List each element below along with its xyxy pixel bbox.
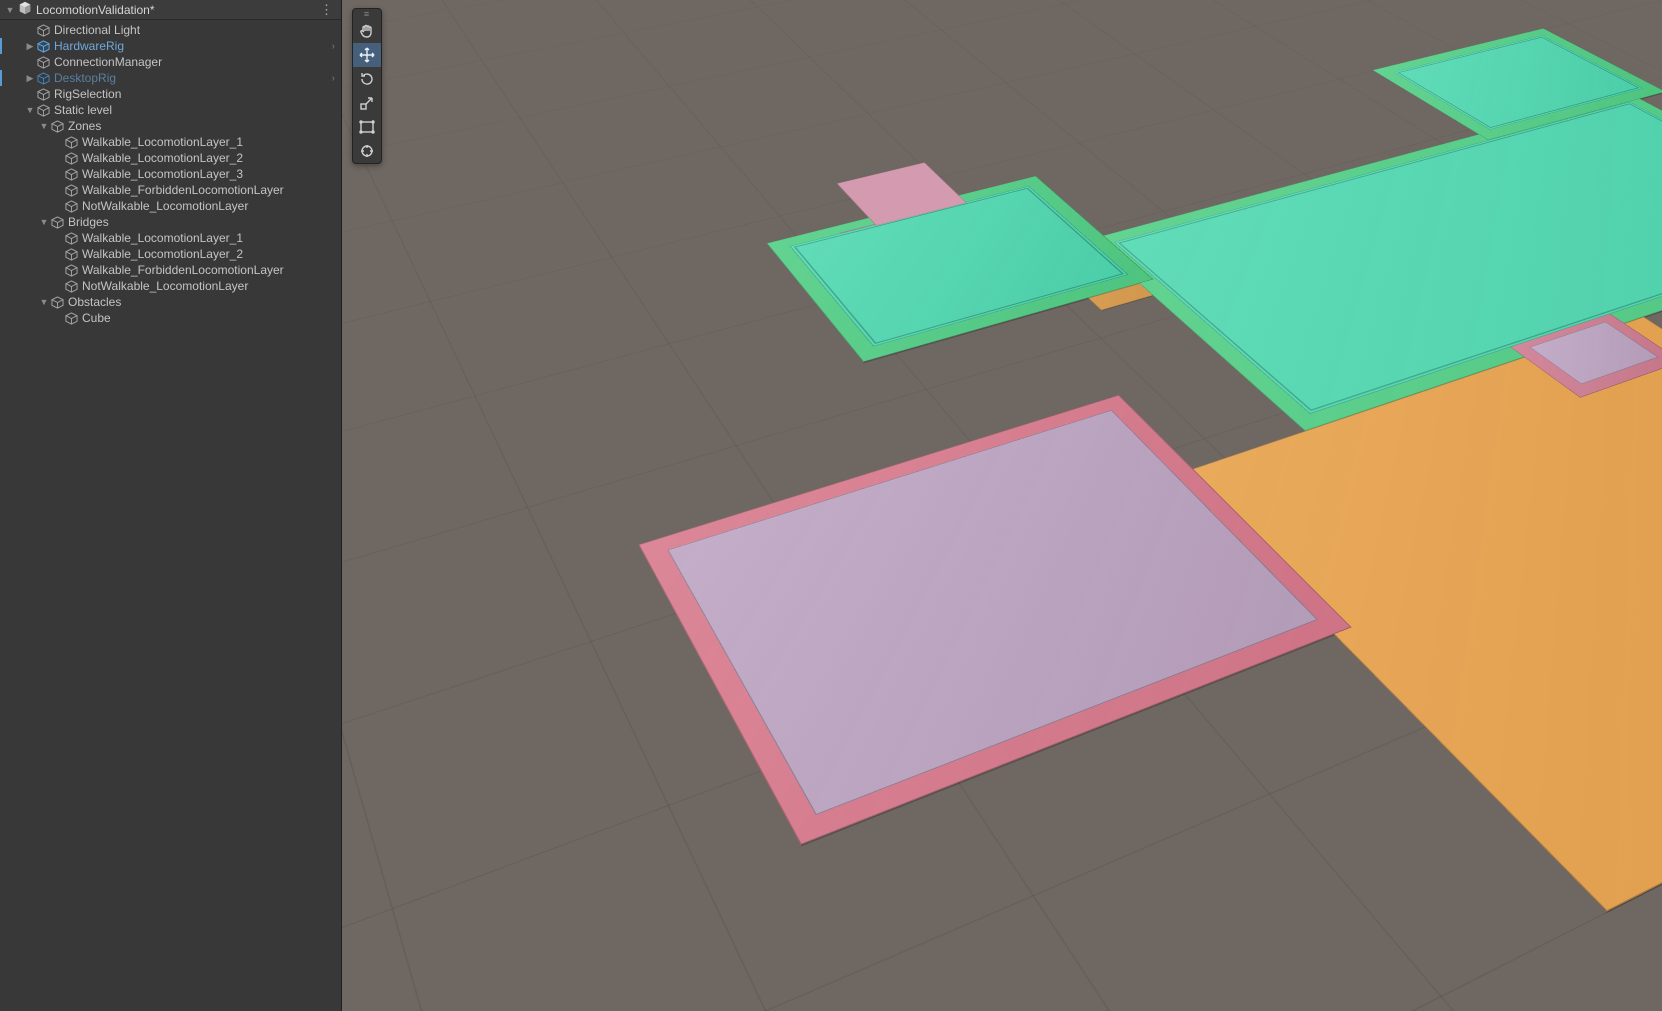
- hierarchy-header[interactable]: LocomotionValidation* ⋮: [0, 0, 341, 20]
- hand-tool[interactable]: [353, 19, 381, 43]
- hierarchy-item-label: Walkable_LocomotionLayer_2: [82, 247, 243, 261]
- hierarchy-item-rigsel[interactable]: RigSelection: [0, 86, 341, 102]
- gameobject-icon: [36, 103, 50, 117]
- gameobject-icon: [64, 135, 78, 149]
- hierarchy-item-label: DesktopRig: [54, 71, 116, 85]
- gameobject-icon: [64, 151, 78, 165]
- hierarchy-item-desktop[interactable]: DesktopRig ›: [0, 70, 341, 86]
- foldout-icon[interactable]: [24, 72, 36, 84]
- toolstrip-grip-icon[interactable]: ≡: [353, 9, 381, 19]
- hierarchy-item-hwrig[interactable]: HardwareRig ›: [0, 38, 341, 54]
- gameobject-icon: [64, 199, 78, 213]
- hierarchy-tree[interactable]: Directional Light HardwareRig › Connectio…: [0, 20, 341, 1011]
- hierarchy-item-obst[interactable]: Obstacles: [0, 294, 341, 310]
- gameobject-icon: [64, 247, 78, 261]
- hierarchy-item-label: Walkable_ForbiddenLocomotionLayer: [82, 263, 284, 277]
- gameobject-icon: [64, 167, 78, 181]
- hierarchy-item-bf[interactable]: Walkable_ForbiddenLocomotionLayer: [0, 262, 341, 278]
- hierarchy-item-zf[interactable]: Walkable_ForbiddenLocomotionLayer: [0, 182, 341, 198]
- foldout-icon[interactable]: [24, 40, 36, 52]
- hierarchy-item-cube[interactable]: Cube: [0, 310, 341, 326]
- hierarchy-item-label: ConnectionManager: [54, 55, 162, 69]
- hierarchy-item-label: Walkable_LocomotionLayer_1: [82, 135, 243, 149]
- open-prefab-icon[interactable]: ›: [332, 73, 335, 84]
- scene-name[interactable]: LocomotionValidation*: [36, 3, 316, 17]
- hierarchy-item-b1[interactable]: Walkable_LocomotionLayer_1: [0, 230, 341, 246]
- panel-menu-icon[interactable]: ⋮: [316, 2, 337, 18]
- hierarchy-item-label: Directional Light: [54, 23, 140, 37]
- hierarchy-item-static[interactable]: Static level: [0, 102, 341, 118]
- hierarchy-item-z3[interactable]: Walkable_LocomotionLayer_3: [0, 166, 341, 182]
- hierarchy-item-label: Walkable_LocomotionLayer_3: [82, 167, 243, 181]
- gameobject-icon: [64, 183, 78, 197]
- hierarchy-item-bridges[interactable]: Bridges: [0, 214, 341, 230]
- hierarchy-item-label: RigSelection: [54, 87, 121, 101]
- foldout-icon[interactable]: [24, 104, 36, 116]
- hierarchy-item-zones[interactable]: Zones: [0, 118, 341, 134]
- hierarchy-item-label: Cube: [82, 311, 111, 325]
- hierarchy-item-label: Bridges: [68, 215, 109, 229]
- hierarchy-item-label: Static level: [54, 103, 112, 117]
- hierarchy-item-label: Obstacles: [68, 295, 121, 309]
- hierarchy-item-label: Walkable_ForbiddenLocomotionLayer: [82, 183, 284, 197]
- gameobject-icon: [50, 295, 64, 309]
- gameobject-icon: [36, 39, 50, 53]
- app-root: LocomotionValidation* ⋮ Directional Ligh…: [0, 0, 1662, 1011]
- gameobject-icon: [50, 215, 64, 229]
- scene-toolstrip: ≡: [352, 8, 382, 164]
- hierarchy-item-dirlight[interactable]: Directional Light: [0, 22, 341, 38]
- gameobject-icon: [64, 311, 78, 325]
- foldout-icon[interactable]: [38, 296, 50, 308]
- gameobject-icon: [64, 279, 78, 293]
- scene-ground: [342, 0, 1662, 1011]
- gameobject-icon: [64, 231, 78, 245]
- hierarchy-item-b2[interactable]: Walkable_LocomotionLayer_2: [0, 246, 341, 262]
- scene-view[interactable]: ≡: [342, 0, 1662, 1011]
- gameobject-icon: [50, 119, 64, 133]
- rect-tool[interactable]: [353, 115, 381, 139]
- foldout-icon[interactable]: [38, 120, 50, 132]
- hierarchy-item-z2[interactable]: Walkable_LocomotionLayer_2: [0, 150, 341, 166]
- hierarchy-item-label: NotWalkable_LocomotionLayer: [82, 199, 248, 213]
- gameobject-icon: [36, 71, 50, 85]
- hierarchy-item-z1[interactable]: Walkable_LocomotionLayer_1: [0, 134, 341, 150]
- hierarchy-item-label: Walkable_LocomotionLayer_2: [82, 151, 243, 165]
- transform-tool[interactable]: [353, 139, 381, 163]
- gameobject-icon: [36, 87, 50, 101]
- hierarchy-item-connmgr[interactable]: ConnectionManager: [0, 54, 341, 70]
- hierarchy-item-bn[interactable]: NotWalkable_LocomotionLayer: [0, 278, 341, 294]
- hierarchy-item-label: Walkable_LocomotionLayer_1: [82, 231, 243, 245]
- gameobject-icon: [36, 55, 50, 69]
- gameobject-icon: [64, 263, 78, 277]
- open-prefab-icon[interactable]: ›: [332, 41, 335, 52]
- scene-foldout-icon[interactable]: [4, 4, 16, 16]
- scale-tool[interactable]: [353, 91, 381, 115]
- hierarchy-item-label: HardwareRig: [54, 39, 124, 53]
- gameobject-icon: [36, 23, 50, 37]
- unity-logo-icon: [18, 1, 32, 18]
- rotate-tool[interactable]: [353, 67, 381, 91]
- hierarchy-panel: LocomotionValidation* ⋮ Directional Ligh…: [0, 0, 342, 1011]
- hierarchy-item-label: Zones: [68, 119, 101, 133]
- scene-3d-root: [342, 0, 1662, 1011]
- hierarchy-item-zn[interactable]: NotWalkable_LocomotionLayer: [0, 198, 341, 214]
- hierarchy-item-label: NotWalkable_LocomotionLayer: [82, 279, 248, 293]
- foldout-icon[interactable]: [38, 216, 50, 228]
- move-tool[interactable]: [353, 43, 381, 67]
